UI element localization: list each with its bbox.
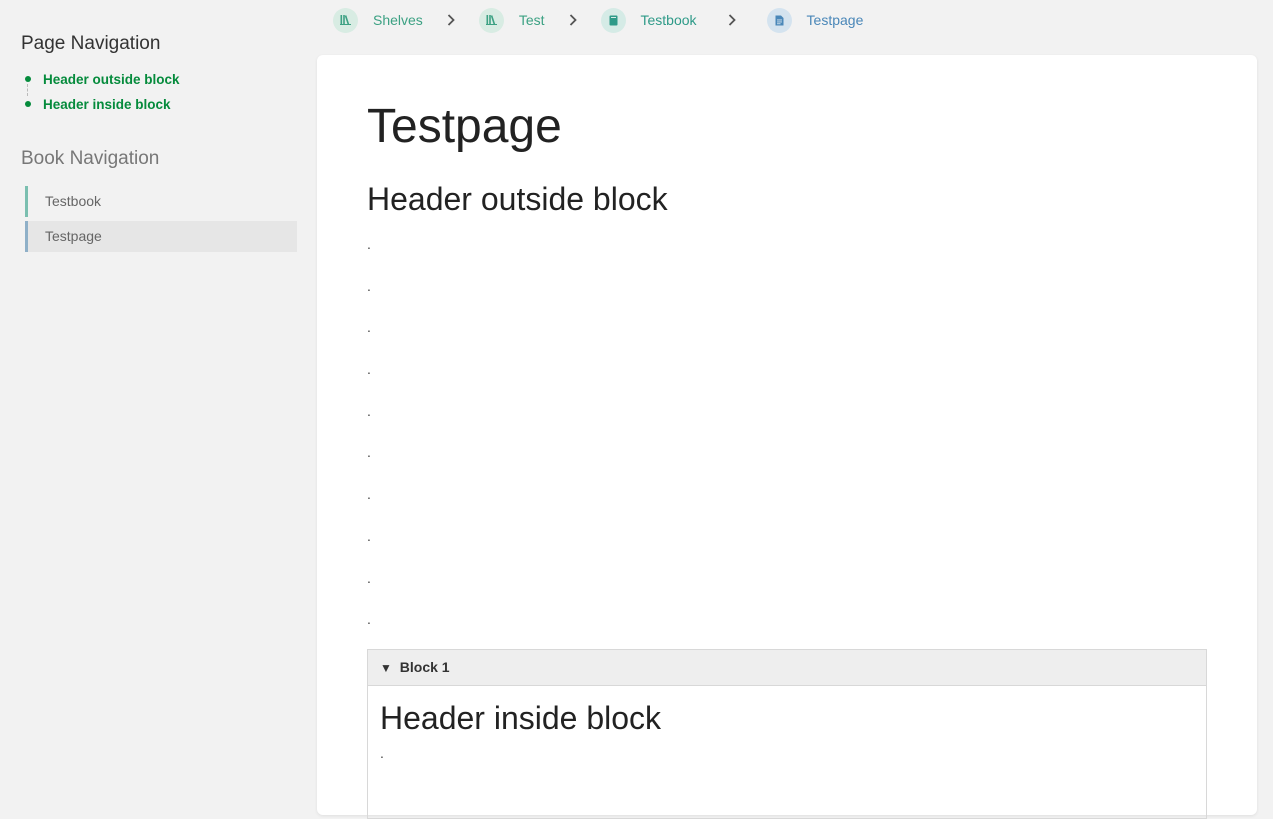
page-navigation-list: Header outside block Header inside block [21, 70, 180, 120]
header-outside-block: Header outside block [367, 181, 668, 217]
triangle-down-icon: ▼ [380, 661, 392, 675]
page-nav-item-label[interactable]: Header inside block [43, 97, 171, 112]
breadcrumb-label[interactable]: Testpage [807, 12, 864, 28]
book-nav-item-testpage[interactable]: Testpage [25, 221, 297, 252]
page-nav-item-label[interactable]: Header outside block [43, 72, 180, 87]
page-title: Testpage [367, 100, 562, 153]
breadcrumb-label[interactable]: Shelves [373, 12, 423, 28]
block-summary-label: Block 1 [399, 659, 450, 675]
paragraph: . [380, 745, 384, 761]
paragraph: . [367, 527, 371, 544]
page-nav-item-header-inside-block[interactable]: Header inside block [21, 95, 180, 120]
breadcrumb-shelves[interactable]: Shelves [333, 7, 423, 33]
breadcrumb-testpage[interactable]: Testpage [766, 7, 864, 33]
book-navigation-list: Testbook Testpage [25, 186, 297, 256]
paragraph-list: . . . . . . . . . . [367, 234, 371, 651]
paragraph: . [367, 319, 371, 336]
sidebar: Page Navigation Header outside block Hea… [0, 0, 317, 776]
block-summary-toggle[interactable]: ▼ Block 1 [368, 650, 1206, 686]
paragraph: . [367, 361, 371, 378]
breadcrumb-testbook[interactable]: Testbook [600, 7, 697, 33]
paragraph: . [367, 277, 371, 294]
paragraph: . [367, 486, 371, 503]
page-icon [766, 7, 792, 33]
bullet-icon [25, 101, 31, 107]
paragraph: . [367, 402, 371, 419]
header-inside-block: Header inside block [380, 700, 662, 736]
book-navigation-heading: Book Navigation [21, 148, 160, 169]
bullet-icon [25, 76, 31, 82]
page-content-card: Testpage Header outside block . . . . . … [317, 55, 1257, 819]
chevron-right-icon [545, 14, 601, 26]
paragraph: . [367, 236, 371, 252]
chevron-right-icon [697, 14, 767, 26]
paragraph: . [367, 569, 371, 586]
book-nav-item-testbook[interactable]: Testbook [25, 186, 297, 217]
page-nav-item-header-outside-block[interactable]: Header outside block [21, 70, 180, 96]
paragraph: . [367, 611, 371, 628]
book-icon [600, 7, 626, 33]
breadcrumb-label[interactable]: Testbook [641, 12, 697, 28]
page-navigation-heading: Page Navigation [21, 33, 161, 54]
chevron-right-icon [423, 14, 479, 26]
bookshelf-icon [478, 7, 504, 33]
collapsible-block: ▼ Block 1 Header inside block . [367, 649, 1207, 819]
breadcrumb: Shelves Test Testbook Testpage [333, 7, 864, 33]
breadcrumb-test[interactable]: Test [478, 7, 545, 33]
bookshelf-icon [333, 7, 358, 33]
paragraph: . [367, 444, 371, 461]
breadcrumb-label[interactable]: Test [519, 12, 545, 28]
